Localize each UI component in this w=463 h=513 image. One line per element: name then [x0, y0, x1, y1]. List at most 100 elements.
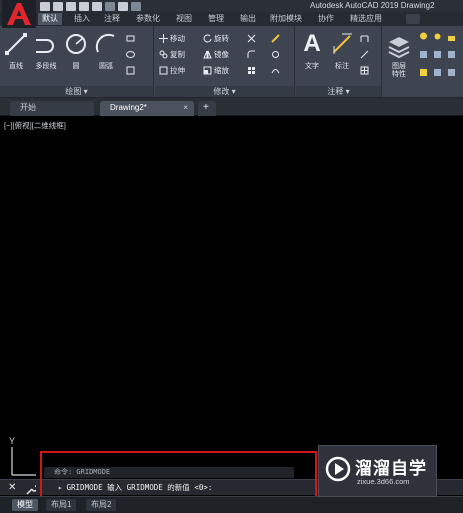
table-icon[interactable] [360, 66, 369, 75]
text-icon: A [303, 30, 321, 57]
layout-tab-bar: 模型 布局1 布局2 [0, 496, 463, 513]
trim-icon[interactable] [247, 34, 256, 43]
array-icon[interactable] [247, 66, 256, 75]
stretch-icon [159, 66, 168, 75]
hatch-icon[interactable] [126, 50, 135, 59]
layer-off-icon[interactable] [419, 68, 428, 77]
mirror-button[interactable]: 镜像 [203, 48, 229, 60]
tab-collaborate[interactable]: 协作 [314, 13, 338, 25]
tab-start[interactable]: 开始 [10, 101, 94, 116]
layer-state-icon[interactable] [419, 50, 428, 59]
polyline-icon [32, 30, 60, 58]
rotate-icon [203, 33, 212, 43]
web-mobile-icon[interactable] [92, 1, 102, 11]
stretch-button[interactable]: 拉伸 [159, 64, 185, 76]
close-command-line-icon[interactable]: ✕ [8, 481, 16, 494]
tab-drawing2[interactable]: Drawing2* × [100, 101, 194, 116]
copy-button[interactable]: 复制 [159, 48, 185, 60]
tab-manage[interactable]: 管理 [204, 13, 228, 25]
watermark-title: 溜溜自学 [355, 459, 427, 478]
save-as-icon[interactable] [79, 1, 89, 11]
layer-lock-icon[interactable] [447, 68, 456, 77]
tab-model[interactable]: 模型 [12, 499, 38, 511]
leader-icon[interactable] [360, 50, 369, 59]
modify-panel-title[interactable]: 修改 ▾ [155, 86, 294, 97]
redo-icon[interactable] [131, 1, 141, 11]
undo-icon[interactable] [118, 1, 128, 11]
gradient-icon[interactable] [126, 66, 135, 75]
tab-home[interactable]: 默认 [38, 13, 62, 25]
watermark-url: zixue.3d66.com [357, 477, 410, 486]
tab-insert[interactable]: 插入 [70, 13, 94, 25]
tab-parametric[interactable]: 参数化 [132, 13, 164, 25]
circle-icon [62, 30, 90, 58]
command-input[interactable]: ▸ GRIDMODE 输入 GRIDMODE 的新值 <0>: [58, 480, 212, 495]
layer-isolate-icon[interactable] [447, 50, 456, 59]
watermark-badge: 溜溜自学 zixue.3d66.com [318, 445, 437, 497]
quick-access-toolbar [40, 0, 141, 12]
lightbulb-icon[interactable] [419, 32, 428, 41]
scale-icon [203, 66, 212, 75]
draw-panel: 直线 多段线 圆 圆弧 绘图 ▾ [0, 26, 154, 98]
annotation-panel-title[interactable]: 注释 ▾ [296, 86, 381, 97]
tab-layout1[interactable]: 布局1 [46, 499, 77, 511]
tab-featured-apps[interactable]: 精选应用 [346, 13, 386, 25]
tab-annotate[interactable]: 注释 [100, 13, 124, 25]
fillet-icon[interactable] [247, 50, 256, 59]
tab-layout2[interactable]: 布局2 [86, 499, 117, 511]
viewport-controls[interactable]: [−][俯视][二维线框] [4, 120, 66, 131]
arc-tool[interactable]: 圆弧 [92, 30, 120, 71]
move-icon [159, 33, 168, 43]
polyline-tool[interactable]: 多段线 [32, 30, 60, 71]
layer-freeze-icon[interactable] [433, 68, 442, 77]
close-tab-icon[interactable]: × [183, 101, 188, 115]
tab-output[interactable]: 输出 [236, 13, 260, 25]
new-file-icon[interactable] [40, 1, 50, 11]
annotation-panel: A 文字 标注 注释 ▾ [296, 26, 382, 98]
document-tab-bar: 开始 Drawing2* × + [0, 98, 463, 116]
draw-panel-title[interactable]: 绘图 ▾ [0, 86, 153, 97]
ribbon-tab-row: 默认 插入 注释 参数化 视图 管理 输出 附加模块 协作 精选应用 [0, 12, 463, 26]
rotate-button[interactable]: 旋转 [203, 32, 229, 44]
save-icon[interactable] [66, 1, 76, 11]
line-icon [2, 30, 30, 58]
layer-match-icon[interactable] [433, 50, 442, 59]
ucs-icon: Y [8, 435, 38, 482]
dimension-tool[interactable]: 标注 [328, 30, 356, 71]
explode-icon[interactable] [271, 50, 280, 59]
sun-icon[interactable] [433, 32, 442, 41]
tab-view[interactable]: 视图 [172, 13, 196, 25]
autocad-logo-icon [7, 3, 31, 25]
ribbon: 直线 多段线 圆 圆弧 绘图 ▾ 移动 旋转 复制 镜像 拉伸 缩放 修改 ▾ … [0, 26, 463, 98]
mirror-icon [203, 50, 212, 59]
tab-drawing2-label: Drawing2* [110, 103, 147, 112]
lock-icon[interactable] [447, 32, 456, 41]
move-button[interactable]: 移动 [159, 32, 185, 44]
tab-add-ins[interactable]: 附加模块 [266, 13, 306, 25]
copy-icon [159, 50, 168, 59]
dimension-icon [328, 30, 356, 58]
command-prompt-text: GRIDMODE 输入 GRIDMODE 的新值 <0>: [66, 483, 213, 492]
window-title: Autodesk AutoCAD 2019 Drawing2 [310, 1, 435, 10]
title-bar: Autodesk AutoCAD 2019 Drawing2 [0, 0, 463, 12]
application-menu-button[interactable] [2, 0, 36, 28]
linear-dim-icon[interactable] [360, 34, 369, 43]
scale-button[interactable]: 缩放 [203, 64, 229, 76]
text-tool[interactable]: A 文字 [298, 30, 326, 71]
erase-icon[interactable] [271, 34, 280, 43]
offset-icon[interactable] [271, 66, 280, 75]
open-file-icon[interactable] [53, 1, 63, 11]
command-history: 命令: GRIDMODE [44, 467, 294, 478]
ribbon-minimize-button[interactable] [406, 14, 420, 24]
circle-tool[interactable]: 圆 [62, 30, 90, 71]
line-tool[interactable]: 直线 [2, 30, 30, 71]
layer-properties-tool[interactable]: 图层 特性 [385, 32, 413, 79]
ucs-y-label: Y [9, 436, 15, 446]
plot-icon[interactable] [105, 1, 115, 11]
drawing-canvas[interactable]: [−][俯视][二维线框] Y [0, 117, 463, 501]
command-prompt-arrow-icon: ▸ [58, 483, 63, 492]
new-tab-button[interactable]: + [198, 101, 216, 116]
play-logo-icon [325, 456, 351, 487]
rectangle-icon[interactable] [126, 34, 135, 43]
layer-properties-icon [385, 32, 413, 60]
